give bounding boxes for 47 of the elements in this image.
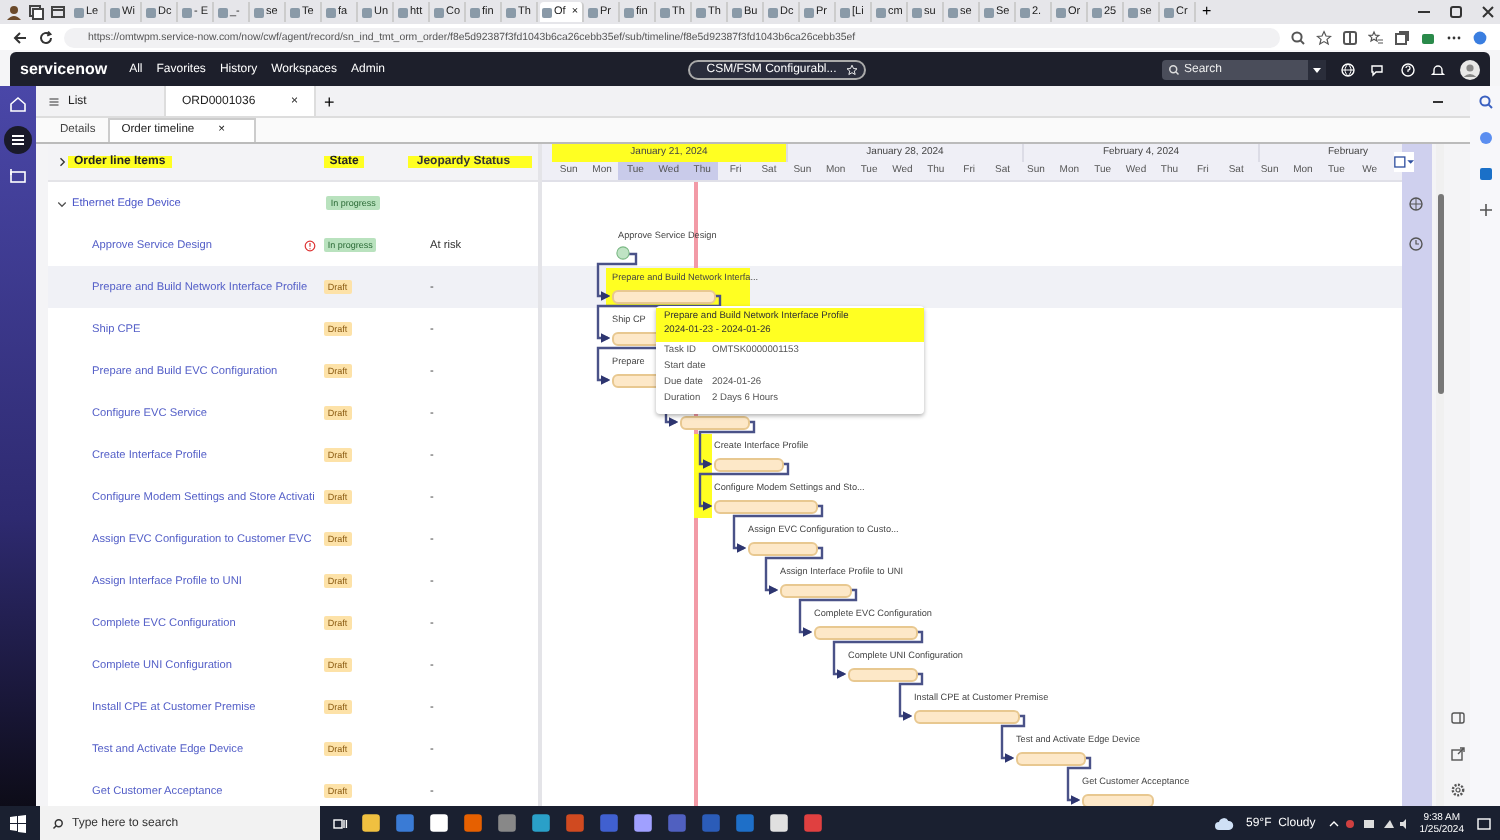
app-icon[interactable] (360, 812, 382, 834)
notification-icon[interactable] (1476, 815, 1492, 831)
calendar-dropdown-icon[interactable] (1394, 152, 1415, 172)
dropdown-icon[interactable] (1308, 59, 1326, 79)
home-icon[interactable] (8, 94, 28, 114)
bell-icon[interactable] (1430, 61, 1446, 77)
star-icon[interactable] (1316, 29, 1332, 45)
chevron-icon[interactable] (56, 197, 68, 209)
collections-icon[interactable] (1394, 29, 1410, 45)
start-icon[interactable] (8, 813, 28, 833)
app-icon[interactable] (768, 812, 790, 834)
split-icon[interactable] (1342, 29, 1358, 45)
circle-icon[interactable] (1477, 130, 1493, 146)
search-icon[interactable] (1477, 94, 1493, 110)
refresh-icon[interactable] (38, 29, 54, 45)
tray-icons-drawing[interactable] (1327, 815, 1408, 831)
back-icon[interactable] (12, 29, 28, 45)
cloud-icon (1214, 813, 1234, 833)
add-tab-button[interactable]: + (316, 91, 343, 111)
search-icon (52, 817, 64, 829)
tab-list-icon[interactable] (50, 4, 66, 20)
favorites-icon[interactable] (1368, 29, 1384, 45)
list-icon[interactable] (4, 126, 32, 154)
new-tab-button[interactable]: + (1198, 4, 1216, 20)
help-icon[interactable] (1400, 61, 1416, 77)
zoom-icon[interactable] (1290, 29, 1306, 45)
avatar-icon[interactable] (1460, 59, 1480, 79)
close-icon[interactable] (1480, 4, 1496, 20)
panel-icon[interactable] (1450, 710, 1467, 726)
settings-icon[interactable] (1450, 782, 1467, 798)
task-view-icon[interactable] (332, 815, 348, 831)
chat-icon[interactable] (1370, 61, 1386, 77)
search-icon (1168, 63, 1180, 75)
clock-icon[interactable] (1408, 236, 1425, 252)
restore-icon[interactable] (1448, 4, 1464, 20)
external-link-icon[interactable] (1450, 746, 1467, 762)
copilot-icon[interactable] (1472, 29, 1488, 45)
profile-icon[interactable] (6, 4, 22, 20)
scrollbar[interactable] (1435, 144, 1444, 806)
app-icon[interactable] (428, 812, 450, 834)
app-icon[interactable] (632, 812, 654, 834)
extension-icon[interactable] (1420, 29, 1436, 45)
workspaces-icon[interactable] (28, 4, 44, 20)
inbox-icon[interactable] (8, 166, 28, 186)
servicenow-logo[interactable]: servicenow (20, 60, 108, 78)
chevron-right-icon[interactable] (56, 156, 68, 168)
plus-icon[interactable] (1477, 202, 1493, 218)
